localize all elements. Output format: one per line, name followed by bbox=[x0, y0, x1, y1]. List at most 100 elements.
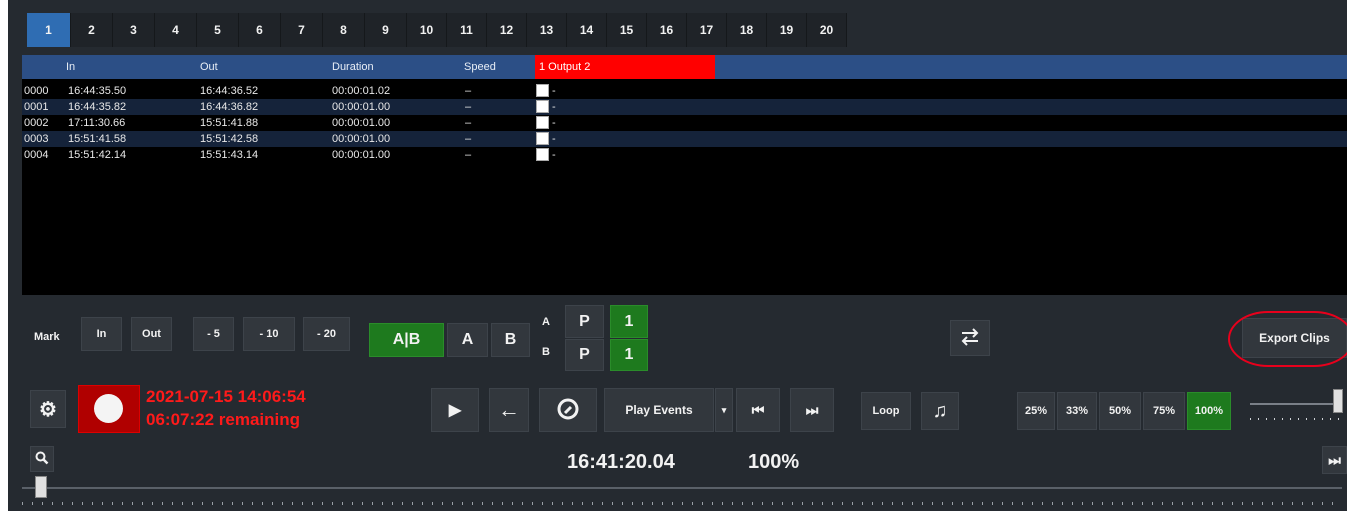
clip-checkbox[interactable] bbox=[536, 84, 549, 97]
fast-forward-button[interactable]: ⏭ bbox=[1322, 446, 1347, 474]
ab-button[interactable]: A|B bbox=[369, 323, 444, 357]
table-row[interactable]: 0001 16:44:35.82 16:44:36.82 00:00:01.00… bbox=[22, 99, 1347, 115]
replay-icon bbox=[555, 396, 581, 425]
tab-20[interactable]: 20 bbox=[807, 13, 847, 47]
tab-10[interactable]: 10 bbox=[407, 13, 447, 47]
play-events-dropdown[interactable]: ▾ bbox=[715, 388, 733, 432]
row-a-label: A bbox=[542, 316, 550, 328]
clip-in: 15:51:41.58 bbox=[68, 133, 127, 145]
row-b-label: B bbox=[542, 346, 550, 358]
tab-5[interactable]: 5 bbox=[197, 13, 239, 47]
tab-1[interactable]: 1 bbox=[27, 13, 71, 47]
gear-icon: ⚙ bbox=[39, 398, 57, 421]
tab-6[interactable]: 6 bbox=[239, 13, 281, 47]
chevron-down-icon: ▾ bbox=[721, 404, 727, 415]
recording-remaining: 06:07:22 remaining bbox=[146, 410, 301, 429]
header-duration[interactable]: Duration bbox=[332, 61, 374, 73]
loop-button[interactable]: Loop bbox=[861, 392, 911, 430]
header-in[interactable]: In bbox=[66, 61, 75, 73]
table-row[interactable]: 0000 16:44:35.50 16:44:36.52 00:00:01.02… bbox=[22, 83, 1347, 99]
zoom-50-button[interactable]: 50% bbox=[1099, 392, 1141, 430]
tab-19[interactable]: 19 bbox=[767, 13, 807, 47]
header-out[interactable]: Out bbox=[200, 61, 218, 73]
minus-5-button[interactable]: - 5 bbox=[193, 317, 234, 351]
zoom-search-button[interactable] bbox=[30, 446, 54, 472]
timecode-display: 16:41:20.04 bbox=[567, 451, 675, 473]
table-row[interactable]: 0002 17:11:30.66 15:51:41.88 00:00:01.00… bbox=[22, 115, 1347, 131]
skip-back-button[interactable]: ⏮ bbox=[736, 388, 780, 432]
tab-11[interactable]: 11 bbox=[447, 13, 487, 47]
recording-datetime: 2021-07-15 14:06:54 bbox=[146, 387, 306, 406]
tab-18[interactable]: 18 bbox=[727, 13, 767, 47]
mark-in-button[interactable]: In bbox=[81, 317, 122, 351]
b-program-button[interactable]: P bbox=[565, 339, 604, 371]
zoom-25-button[interactable]: 25% bbox=[1017, 392, 1055, 430]
table-row[interactable]: 0004 15:51:42.14 15:51:43.14 00:00:01.00… bbox=[22, 147, 1347, 163]
back-button[interactable]: ← bbox=[489, 388, 529, 432]
search-icon bbox=[35, 451, 49, 468]
clip-in: 15:51:42.14 bbox=[68, 149, 127, 161]
clip-in: 16:44:35.50 bbox=[68, 85, 127, 97]
replay-button[interactable] bbox=[539, 388, 597, 432]
tab-15[interactable]: 15 bbox=[607, 13, 647, 47]
clip-duration: 00:00:01.00 bbox=[332, 149, 391, 161]
music-note-icon: ♫ bbox=[932, 399, 948, 422]
clip-checkbox[interactable] bbox=[536, 132, 549, 145]
a-output-1-button[interactable]: 1 bbox=[610, 305, 648, 338]
play-events-button[interactable]: Play Events bbox=[604, 388, 714, 432]
clip-checkbox[interactable] bbox=[536, 148, 549, 161]
clip-checkbox[interactable] bbox=[536, 100, 549, 113]
clip-note: - bbox=[552, 101, 556, 113]
clip-speed: – bbox=[465, 117, 472, 129]
clip-checkbox[interactable] bbox=[536, 116, 549, 129]
tab-8[interactable]: 8 bbox=[323, 13, 365, 47]
header-speed[interactable]: Speed bbox=[464, 61, 496, 73]
zoom-33-button[interactable]: 33% bbox=[1057, 392, 1097, 430]
clip-note: - bbox=[552, 85, 556, 97]
tab-16[interactable]: 16 bbox=[647, 13, 687, 47]
tab-17[interactable]: 17 bbox=[687, 13, 727, 47]
tab-7[interactable]: 7 bbox=[281, 13, 323, 47]
tab-4[interactable]: 4 bbox=[155, 13, 197, 47]
tab-12[interactable]: 12 bbox=[487, 13, 527, 47]
tab-14[interactable]: 14 bbox=[567, 13, 607, 47]
skip-forward-button[interactable]: ⏭ bbox=[790, 388, 834, 432]
zoom-100-button[interactable]: 100% bbox=[1187, 392, 1231, 430]
tab-3[interactable]: 3 bbox=[113, 13, 155, 47]
minus-10-button[interactable]: - 10 bbox=[243, 317, 295, 351]
audio-button[interactable]: ♫ bbox=[921, 392, 959, 430]
speed-slider-track[interactable] bbox=[1250, 403, 1340, 405]
zoom-75-button[interactable]: 75% bbox=[1143, 392, 1185, 430]
play-button[interactable]: ▶ bbox=[431, 388, 479, 432]
table-row[interactable]: 0003 15:51:41.58 15:51:42.58 00:00:01.00… bbox=[22, 131, 1347, 147]
tab-9[interactable]: 9 bbox=[365, 13, 407, 47]
clip-speed: – bbox=[465, 133, 472, 145]
settings-button[interactable]: ⚙ bbox=[30, 390, 66, 428]
mark-out-button[interactable]: Out bbox=[131, 317, 172, 351]
clip-out: 15:51:43.14 bbox=[200, 149, 259, 161]
clip-out: 15:51:41.88 bbox=[200, 117, 259, 129]
clip-id: 0004 bbox=[24, 149, 49, 161]
clip-speed: – bbox=[465, 101, 472, 113]
clip-id: 0001 bbox=[24, 101, 49, 113]
timeline-track[interactable] bbox=[22, 487, 1342, 489]
a-button[interactable]: A bbox=[447, 323, 488, 357]
header-output[interactable]: 1 Output 2 bbox=[535, 55, 715, 79]
swap-button[interactable] bbox=[950, 320, 990, 356]
clip-duration: 00:00:01.02 bbox=[332, 85, 391, 97]
record-button[interactable] bbox=[78, 385, 140, 433]
tab-13[interactable]: 13 bbox=[527, 13, 567, 47]
clip-note: - bbox=[552, 133, 556, 145]
clip-speed: – bbox=[465, 149, 472, 161]
b-output-1-button[interactable]: 1 bbox=[610, 339, 648, 371]
clip-out: 15:51:42.58 bbox=[200, 133, 259, 145]
a-program-button[interactable]: P bbox=[565, 305, 604, 338]
speed-slider-thumb[interactable] bbox=[1333, 389, 1343, 413]
timeline-thumb[interactable] bbox=[35, 476, 47, 498]
clip-in: 16:44:35.82 bbox=[68, 101, 127, 113]
tab-2[interactable]: 2 bbox=[71, 13, 113, 47]
clip-note: - bbox=[552, 149, 556, 161]
b-button[interactable]: B bbox=[491, 323, 530, 357]
clip-note: - bbox=[552, 117, 556, 129]
minus-20-button[interactable]: - 20 bbox=[303, 317, 350, 351]
